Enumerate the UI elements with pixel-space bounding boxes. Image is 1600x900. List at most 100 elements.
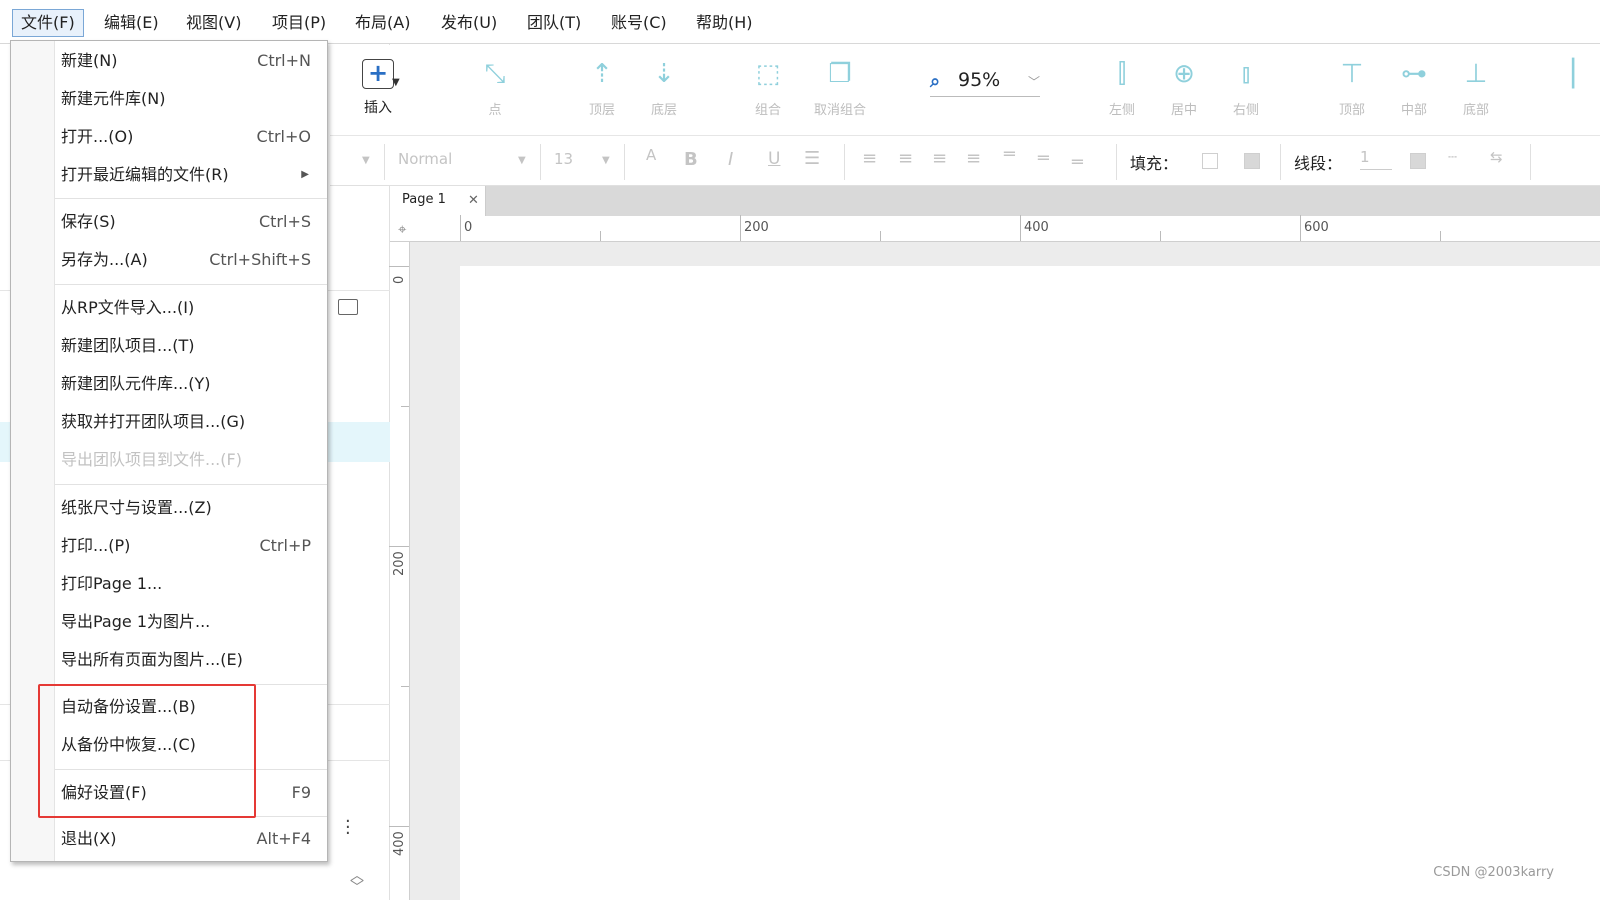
menu-view[interactable]: 视图(V) xyxy=(178,10,249,36)
align-right-button[interactable]: ⫾ 右侧 xyxy=(1216,57,1276,118)
menu-item-label: 纸张尺寸与设置...(Z) xyxy=(61,498,212,517)
arrow-style-icon[interactable]: ⇆ xyxy=(1490,148,1503,166)
font-size-select[interactable]: 13 xyxy=(554,150,573,168)
menu-item-export-all-images[interactable]: 导出所有页面为图片...(E) xyxy=(61,642,323,678)
menu-item-page-setup[interactable]: 纸张尺寸与设置...(Z) xyxy=(61,490,323,526)
chevron-down-icon[interactable]: ▼ xyxy=(518,155,526,166)
ruler-tick xyxy=(401,406,409,407)
bring-to-front-button[interactable]: ⇡ 顶层 xyxy=(572,57,632,118)
folder-icon[interactable] xyxy=(338,299,358,315)
bold-icon[interactable]: B xyxy=(684,149,698,170)
menu-item-new[interactable]: 新建(N) Ctrl+N xyxy=(61,43,323,79)
fill-color-swatch[interactable] xyxy=(1202,153,1218,169)
ruler-label: 0 xyxy=(464,220,473,235)
ruler-label: 400 xyxy=(392,831,407,856)
insert-button[interactable]: + ▼ 插入 xyxy=(348,57,408,117)
menu-file[interactable]: 文件(F) xyxy=(12,9,84,37)
menu-project[interactable]: 项目(P) xyxy=(264,10,334,36)
italic-icon[interactable]: I xyxy=(728,149,733,170)
underline-icon[interactable]: U xyxy=(768,149,780,169)
menu-item-label: 另存为...(A) xyxy=(61,250,148,269)
line-label: 线段： xyxy=(1294,154,1343,173)
menu-team[interactable]: 团队(T) xyxy=(519,10,589,36)
menu-account[interactable]: 账号(C) xyxy=(603,10,675,36)
separator xyxy=(1116,144,1117,180)
scroll-updown-icon[interactable]: ︿ ﹀ xyxy=(350,869,364,895)
menu-item-label: 获取并打开团队项目...(G) xyxy=(61,412,246,431)
ruler-tick xyxy=(740,215,741,241)
insert-label: 插入 xyxy=(364,100,392,116)
chevron-down-icon[interactable]: ▼ xyxy=(362,155,370,166)
design-canvas[interactable] xyxy=(460,266,1600,900)
menu-publish[interactable]: 发布(U) xyxy=(433,10,505,36)
align-right-text-icon[interactable]: ≡ xyxy=(932,148,947,169)
valign-middle-icon[interactable]: ═ xyxy=(1038,148,1049,169)
menu-item-import-rp[interactable]: 从RP文件导入...(I) xyxy=(61,290,323,326)
menu-item-label: 打印Page 1... xyxy=(61,574,163,593)
justify-icon[interactable]: ≡ xyxy=(966,148,981,169)
align-center-text-icon[interactable]: ≡ xyxy=(898,148,913,169)
menu-item-shortcut: Ctrl+N xyxy=(257,51,311,70)
menu-item-shortcut: Ctrl+Shift+S xyxy=(209,250,311,269)
menu-item-exit[interactable]: 退出(X) Alt+F4 xyxy=(61,821,323,857)
valign-top-icon[interactable]: ═ xyxy=(1004,144,1015,165)
font-color-icon[interactable]: A xyxy=(646,146,656,164)
style-select[interactable]: Normal xyxy=(398,150,452,168)
tab-label: Page 1 xyxy=(402,192,446,207)
menu-item-save[interactable]: 保存(S) Ctrl+S xyxy=(61,204,323,240)
menu-separator xyxy=(55,284,327,285)
align-middle-button[interactable]: ⊶ 中部 xyxy=(1384,57,1444,118)
menu-item-open[interactable]: 打开...(O) Ctrl+O xyxy=(61,119,323,155)
page-tab-bar: Page 1 ✕ xyxy=(390,186,1600,216)
align-top-button[interactable]: ⊤ 顶部 xyxy=(1322,57,1382,118)
menu-item-get-team-project[interactable]: 获取并打开团队项目...(G) xyxy=(61,404,323,440)
menu-separator xyxy=(55,198,327,199)
close-icon[interactable]: ✕ xyxy=(468,193,479,208)
dropdown-caret-icon: ▼ xyxy=(392,77,400,88)
more-options-icon[interactable]: · · · xyxy=(345,813,351,843)
valign-bottom-icon[interactable]: ═ xyxy=(1072,152,1083,173)
align-bottom-button[interactable]: ⊥ 底部 xyxy=(1446,57,1506,118)
align-left-button[interactable]: ⫿ 左侧 xyxy=(1092,57,1152,118)
menu-item-label: 退出(X) xyxy=(61,829,117,848)
zoom-select[interactable]: ⌕ 95% ﹀ xyxy=(930,67,1040,97)
align-top-icon: ⊤ xyxy=(1340,59,1364,89)
list-icon[interactable]: ☰ xyxy=(804,148,820,169)
align-center-label: 居中 xyxy=(1170,103,1197,118)
menu-item-label: 导出所有页面为图片...(E) xyxy=(61,650,243,669)
align-left-text-icon[interactable]: ≡ xyxy=(862,148,877,169)
group-button[interactable]: ⬚ 组合 xyxy=(738,57,798,118)
menu-item-new-team-project[interactable]: 新建团队项目...(T) xyxy=(61,328,323,364)
menu-item-new-library[interactable]: 新建元件库(N) xyxy=(61,81,323,117)
menu-item-print[interactable]: 打印...(P) Ctrl+P xyxy=(61,528,323,564)
menu-item-label: 新建团队项目...(T) xyxy=(61,336,195,355)
menu-item-save-as[interactable]: 另存为...(A) Ctrl+Shift+S xyxy=(61,242,323,278)
menu-item-print-page[interactable]: 打印Page 1... xyxy=(61,566,323,602)
horizontal-ruler: 0 200 400 600 xyxy=(390,215,1600,242)
menu-item-new-team-library[interactable]: 新建团队元件库...(Y) xyxy=(61,366,323,402)
distribute-button[interactable]: ▏ xyxy=(1552,57,1600,91)
chevron-down-icon: ﹀ xyxy=(1027,75,1040,89)
ungroup-button[interactable]: ❐ 取消组合 xyxy=(810,57,870,118)
align-left-label: 左侧 xyxy=(1108,103,1135,118)
menu-item-export-page-image[interactable]: 导出Page 1为图片... xyxy=(61,604,323,640)
menu-help[interactable]: 帮助(H) xyxy=(688,10,761,36)
menu-layout[interactable]: 布局(A) xyxy=(347,10,418,36)
line-width-input[interactable]: 1 xyxy=(1360,148,1392,170)
menu-edit[interactable]: 编辑(E) xyxy=(96,10,167,36)
align-bottom-icon: ⊥ xyxy=(1464,59,1488,89)
tab-page-1[interactable]: Page 1 ✕ xyxy=(390,186,486,216)
crosshair-icon[interactable]: ⌖ xyxy=(398,220,406,238)
chevron-down-icon[interactable]: ▼ xyxy=(602,155,610,166)
ruler-tick xyxy=(1440,231,1441,241)
align-center-button[interactable]: ⊕ 居中 xyxy=(1154,57,1214,118)
menu-item-open-recent[interactable]: 打开最近编辑的文件(R) ▶ xyxy=(61,157,323,193)
line-style-icon[interactable]: ┄ xyxy=(1448,148,1457,166)
menu-item-label: 打开最近编辑的文件(R) xyxy=(61,165,229,184)
point-button[interactable]: ⤡ 点 xyxy=(465,57,525,118)
fill-shadow-swatch[interactable] xyxy=(1244,153,1260,169)
top-layer-label: 顶层 xyxy=(588,103,615,118)
send-to-back-button[interactable]: ⇣ 底层 xyxy=(634,57,694,118)
separator xyxy=(624,144,625,180)
line-color-swatch[interactable] xyxy=(1410,153,1426,169)
